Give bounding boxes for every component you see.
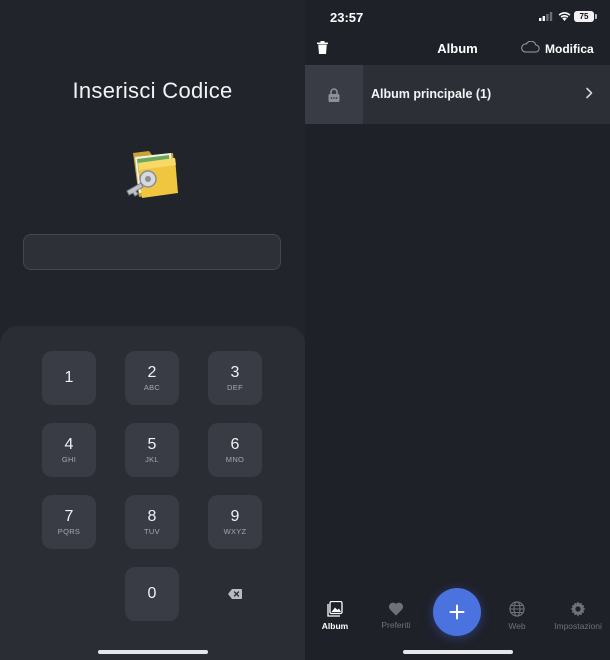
key-number: 0 bbox=[147, 585, 157, 602]
key-2[interactable]: 2 ABC bbox=[125, 351, 179, 405]
key-letters: GHI bbox=[61, 454, 77, 464]
home-indicator bbox=[403, 650, 513, 654]
cloud-icon[interactable] bbox=[520, 41, 540, 53]
lock-icon bbox=[328, 87, 340, 102]
key-number: 3 bbox=[230, 363, 240, 381]
plus-icon bbox=[449, 604, 465, 620]
battery-tip bbox=[595, 14, 597, 19]
key-number: 9 bbox=[230, 507, 240, 525]
globe-icon bbox=[509, 601, 525, 617]
key-letters: JKL bbox=[145, 454, 159, 464]
key-9[interactable]: 9 WXYZ bbox=[208, 495, 262, 549]
backspace-icon bbox=[228, 589, 242, 599]
tab-album[interactable]: Album bbox=[305, 601, 365, 631]
status-bar: 23:57 75 bbox=[305, 0, 610, 34]
key-number: 7 bbox=[64, 507, 74, 525]
key-1[interactable]: 1 bbox=[42, 351, 96, 405]
key-letters: WXYZ bbox=[223, 526, 247, 536]
heart-icon bbox=[388, 602, 404, 616]
key-letters: DEF bbox=[227, 382, 243, 392]
key-number: 2 bbox=[147, 363, 157, 381]
home-indicator bbox=[98, 650, 208, 654]
key-number: 4 bbox=[64, 435, 74, 453]
key-3[interactable]: 3 DEF bbox=[208, 351, 262, 405]
album-icon bbox=[327, 601, 343, 617]
backspace-button[interactable] bbox=[208, 567, 262, 621]
app-stage: Inserisci Codice 1 2 ABC 3 DEF 4 GHI 5 J… bbox=[0, 0, 610, 660]
key-letters: TUV bbox=[144, 526, 160, 536]
chevron-right-icon bbox=[586, 87, 593, 99]
key-number: 8 bbox=[147, 507, 157, 525]
albums-screen: 23:57 75 Album Modifica Album principale… bbox=[305, 0, 610, 660]
wifi-icon bbox=[558, 12, 571, 21]
key-4[interactable]: 4 GHI bbox=[42, 423, 96, 477]
tab-impostazioni[interactable]: Impostazioni bbox=[548, 601, 608, 631]
gear-icon bbox=[570, 601, 586, 617]
key-7[interactable]: 7 PQRS bbox=[42, 495, 96, 549]
key-letters: PQRS bbox=[57, 526, 81, 536]
cellular-signal-icon bbox=[539, 12, 553, 21]
key-6[interactable]: 6 MNO bbox=[208, 423, 262, 477]
key-number: 5 bbox=[147, 435, 157, 453]
tab-label: Impostazioni bbox=[554, 621, 602, 631]
tab-preferiti[interactable]: Preferiti bbox=[366, 601, 426, 630]
page-title: Inserisci Codice bbox=[72, 78, 233, 103]
key-letters: ABC bbox=[143, 382, 161, 392]
passcode-screen: Inserisci Codice 1 2 ABC 3 DEF 4 GHI 5 J… bbox=[0, 0, 305, 660]
locked-folder-icon bbox=[126, 151, 178, 198]
key-letters: MNO bbox=[225, 454, 245, 464]
album-title: Album principale (1) bbox=[371, 87, 492, 101]
passcode-field[interactable] bbox=[23, 234, 281, 270]
album-thumbnail bbox=[305, 65, 363, 124]
key-8[interactable]: 8 TUV bbox=[125, 495, 179, 549]
album-row[interactable]: Album principale (1) bbox=[305, 65, 610, 124]
battery-indicator: 75 bbox=[574, 11, 594, 22]
tab-label: Preferiti bbox=[381, 620, 411, 630]
tab-label: Album bbox=[321, 621, 349, 631]
key-5[interactable]: 5 JKL bbox=[125, 423, 179, 477]
add-album-button[interactable] bbox=[433, 588, 481, 636]
status-time: 23:57 bbox=[330, 10, 364, 25]
tab-label: Web bbox=[508, 621, 526, 631]
numeric-keypad: 1 2 ABC 3 DEF 4 GHI 5 JKL 6 MNO 7 PQRS 8… bbox=[0, 326, 305, 660]
nav-bar: Album Modifica bbox=[305, 34, 610, 64]
key-number: 6 bbox=[230, 435, 240, 453]
tab-web[interactable]: Web bbox=[487, 601, 547, 631]
edit-button[interactable]: Modifica bbox=[545, 42, 594, 56]
key-number: 1 bbox=[64, 369, 74, 386]
key-0[interactable]: 0 bbox=[125, 567, 179, 621]
